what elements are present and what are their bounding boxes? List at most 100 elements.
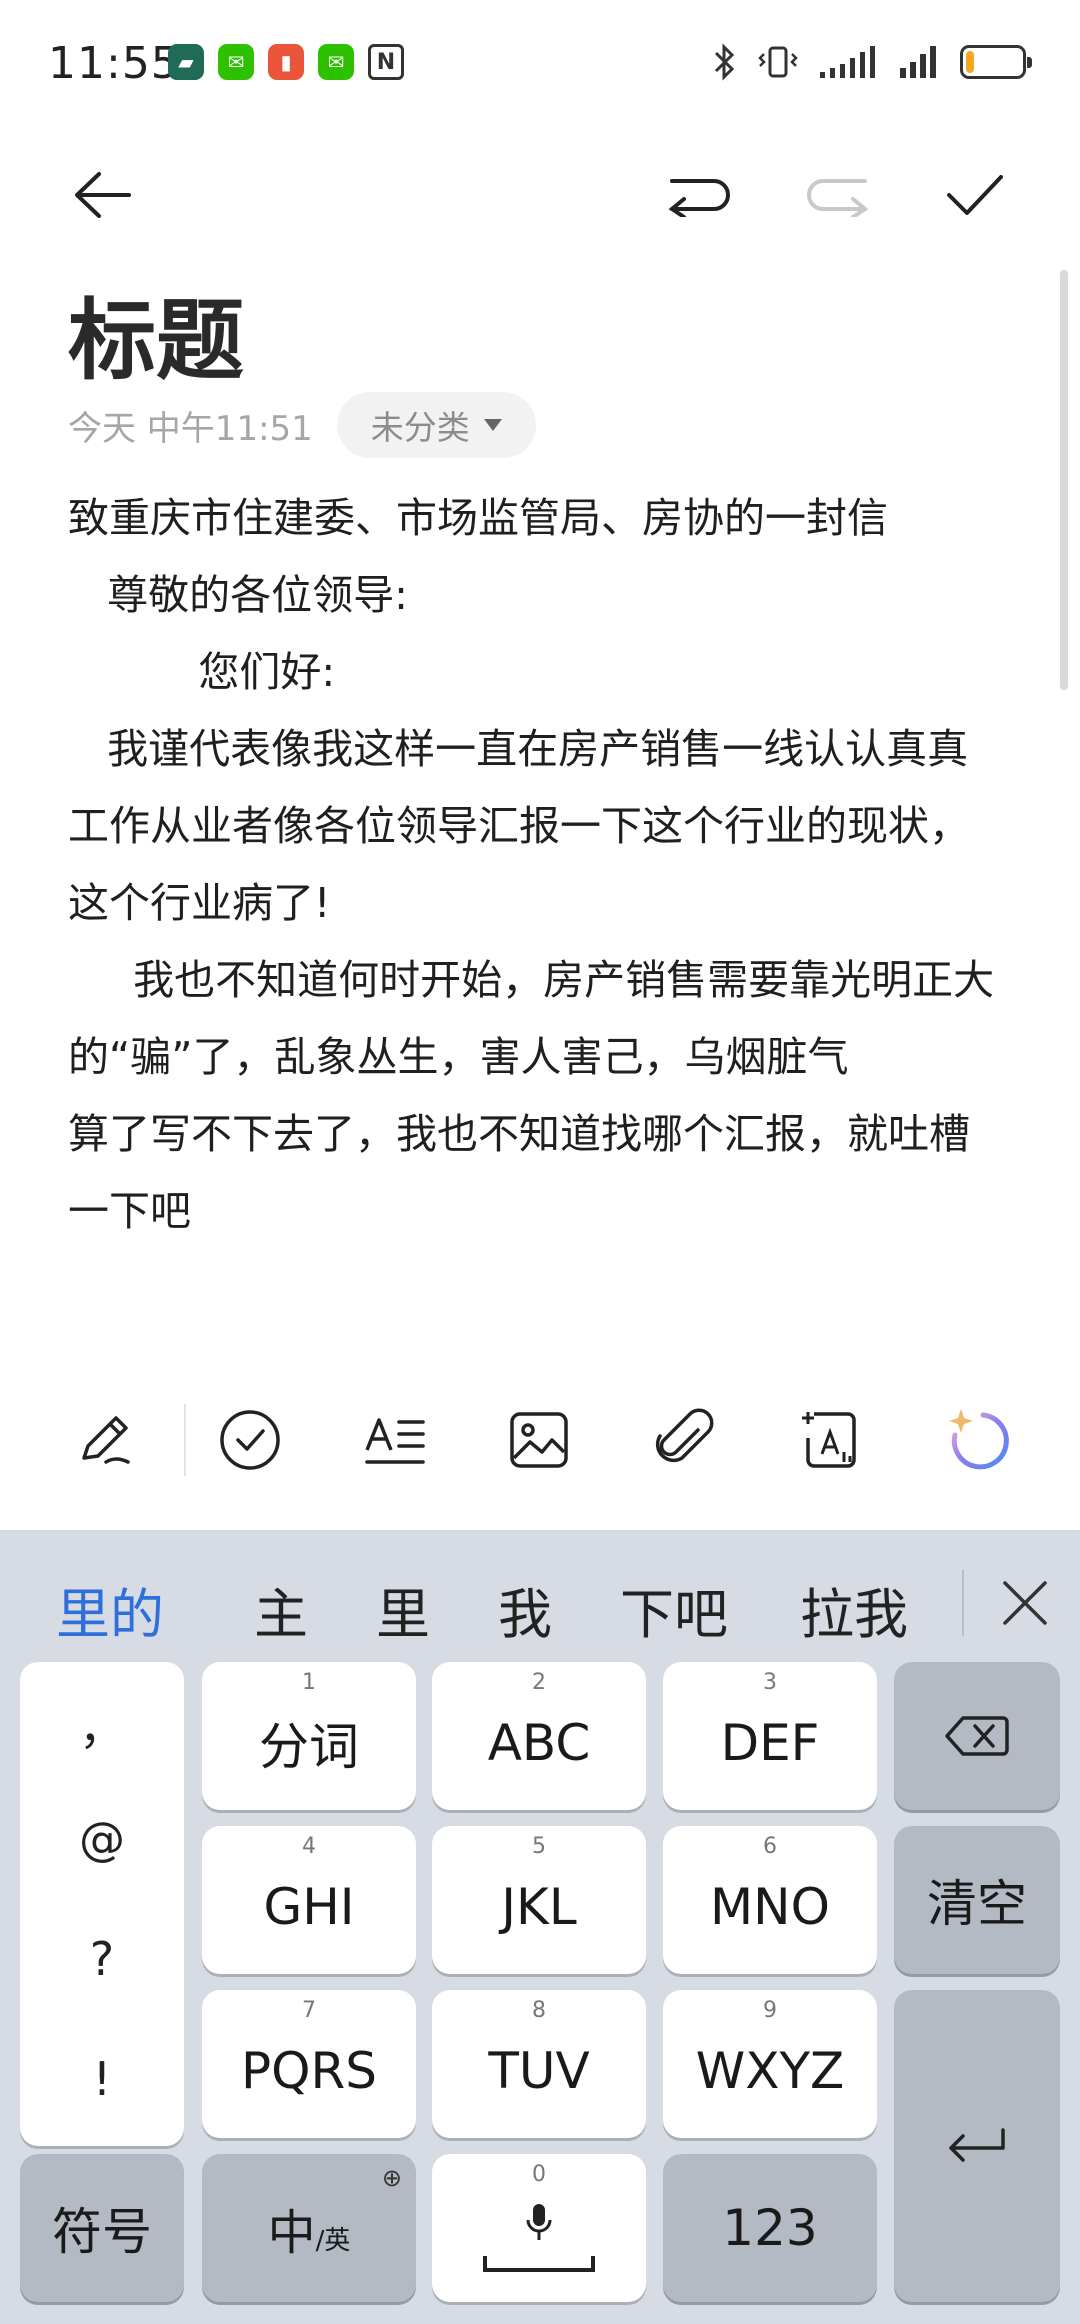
paragraph: 致重庆市住建委、市场监管局、房协的一封信 bbox=[68, 494, 888, 542]
candidate-bar: 里的 主 里 我 下吧 拉我 bbox=[0, 1530, 1080, 1670]
key-1[interactable]: 1 分词 bbox=[202, 1662, 416, 1810]
status-bar: 11:55 ▰ ✉ ▮ ✉ N bbox=[0, 0, 1080, 130]
close-candidates-button[interactable] bbox=[990, 1568, 1060, 1638]
symbol-key[interactable]: ， bbox=[20, 1692, 184, 1758]
image-icon bbox=[510, 1412, 568, 1468]
text-format-icon bbox=[365, 1418, 425, 1464]
key-label: 符号 bbox=[52, 2203, 152, 2261]
candidate-word[interactable]: 里 bbox=[376, 1570, 430, 1649]
key-label: DEF bbox=[720, 1714, 820, 1772]
key-label: 分词 bbox=[259, 1718, 359, 1776]
paragraph: 我也不知道何时开始，房产销售需要靠光明正大的“骗”了，乱象丛生，害人害己，乌烟脏… bbox=[68, 956, 995, 1081]
redo-icon bbox=[807, 179, 869, 217]
backspace-key[interactable] bbox=[894, 1662, 1060, 1810]
paperclip-icon bbox=[655, 1408, 714, 1463]
note-title[interactable]: 标题 bbox=[68, 270, 244, 397]
key-label: 123 bbox=[722, 2199, 818, 2257]
key-number: 6 bbox=[763, 1834, 777, 1859]
key-number: 4 bbox=[302, 1834, 316, 1859]
handwriting-button[interactable] bbox=[54, 1390, 154, 1490]
microphone-icon bbox=[526, 2204, 552, 2240]
language-switch-key[interactable]: ⊕ 中 /英 bbox=[202, 2154, 416, 2302]
category-dropdown[interactable]: 未分类 bbox=[336, 392, 536, 458]
note-date: 今天 中午11:51 bbox=[68, 408, 313, 449]
candidate-word[interactable]: 主 bbox=[254, 1570, 308, 1649]
ai-assistant-button[interactable] bbox=[928, 1390, 1028, 1490]
paragraph: 算了写不下去了，我也不知道找哪个汇报，就吐槽一下吧 bbox=[68, 1110, 970, 1235]
candidate-word[interactable]: 下吧 bbox=[620, 1570, 728, 1649]
app-badge-icon: ▮ bbox=[268, 44, 304, 80]
scan-text-button[interactable] bbox=[780, 1390, 880, 1490]
numeric-mode-key[interactable]: 123 bbox=[663, 2154, 877, 2302]
system-icons bbox=[712, 42, 1032, 82]
symbol-mode-key[interactable]: 符号 bbox=[20, 2154, 184, 2302]
backspace-icon bbox=[945, 1716, 1009, 1756]
symbol-key[interactable]: ? bbox=[20, 1932, 184, 1986]
key-9[interactable]: 9 WXYZ bbox=[663, 1990, 877, 2138]
language-label: 中 /英 bbox=[268, 2193, 351, 2263]
note-meta: 今天 中午11:51 未分类 bbox=[68, 392, 536, 458]
symbol-key[interactable]: ! bbox=[20, 2052, 184, 2106]
battery-icon bbox=[960, 45, 1032, 79]
symbol-column[interactable]: ， @ ? ! bbox=[20, 1662, 184, 2146]
clock: 11:55 bbox=[48, 38, 180, 89]
globe-icon: ⊕ bbox=[381, 2164, 402, 2192]
candidate-word[interactable]: 我 bbox=[498, 1570, 552, 1649]
undo-icon bbox=[668, 179, 730, 217]
scan-text-icon bbox=[802, 1412, 856, 1468]
candidate-word[interactable]: 拉我 bbox=[800, 1570, 908, 1649]
wechat-icon: ✉ bbox=[318, 44, 354, 80]
key-label: TUV bbox=[488, 2042, 590, 2100]
scrollbar[interactable] bbox=[1060, 270, 1068, 690]
bluetooth-icon bbox=[714, 43, 735, 81]
text-format-button[interactable] bbox=[345, 1390, 445, 1490]
checklist-button[interactable] bbox=[200, 1390, 300, 1490]
candidate-word[interactable]: 里的 bbox=[56, 1570, 164, 1649]
ime-keyboard: 里的 主 里 我 下吧 拉我 ， @ ? ! 1 分词 2 ABC 3 DEF … bbox=[0, 1530, 1080, 2324]
edit-toolbar bbox=[0, 1390, 1080, 1490]
key-number: 9 bbox=[763, 1998, 777, 2023]
note-body[interactable]: 致重庆市住建委、市场监管局、房协的一封信 尊敬的各位领导: 您们好: 我谨代表像… bbox=[68, 480, 1008, 1250]
attachment-button[interactable] bbox=[634, 1390, 734, 1490]
battery-level bbox=[966, 51, 975, 73]
space-key[interactable]: 0 bbox=[432, 2154, 646, 2302]
key-number: 8 bbox=[532, 1998, 546, 2023]
key-number: 0 bbox=[532, 2162, 546, 2187]
clear-key[interactable]: 清空 bbox=[894, 1826, 1060, 1974]
enter-key[interactable] bbox=[894, 1990, 1060, 2302]
toolbar-divider bbox=[184, 1404, 186, 1476]
back-arrow-icon bbox=[75, 172, 131, 218]
redo-button[interactable] bbox=[792, 150, 882, 240]
symbol-key[interactable]: @ bbox=[20, 1812, 184, 1866]
key-8[interactable]: 8 TUV bbox=[432, 1990, 646, 2138]
key-4[interactable]: 4 GHI bbox=[202, 1826, 416, 1974]
paragraph: 您们好: bbox=[68, 648, 336, 696]
lang-sub: /英 bbox=[315, 2226, 351, 2256]
confirm-button[interactable] bbox=[930, 150, 1020, 240]
paragraph: 尊敬的各位领导: bbox=[68, 571, 408, 619]
note-toolbar bbox=[0, 150, 1080, 240]
checkmark-icon bbox=[947, 175, 1003, 215]
vibrate-icon bbox=[758, 46, 798, 78]
key-number: 1 bbox=[302, 1670, 316, 1695]
back-button[interactable] bbox=[58, 150, 148, 240]
signal-2-icon bbox=[900, 46, 936, 78]
key-7[interactable]: 7 PQRS bbox=[202, 1990, 416, 2138]
key-3[interactable]: 3 DEF bbox=[663, 1662, 877, 1810]
key-5[interactable]: 5 JKL bbox=[432, 1826, 646, 1974]
undo-button[interactable] bbox=[655, 150, 745, 240]
paragraph: 我谨代表像我这样一直在房产销售一线认认真真工作从业者像各位领导汇报一下这个行业的… bbox=[68, 725, 970, 927]
insert-image-button[interactable] bbox=[489, 1390, 589, 1490]
key-6[interactable]: 6 MNO bbox=[663, 1826, 877, 1974]
key-label: ABC bbox=[487, 1714, 591, 1772]
key-number: 7 bbox=[302, 1998, 316, 2023]
enter-icon bbox=[949, 2128, 1005, 2162]
key-label: MNO bbox=[710, 1878, 830, 1936]
dropdown-arrow-icon bbox=[483, 419, 502, 431]
key-2[interactable]: 2 ABC bbox=[432, 1662, 646, 1810]
app-notification-icon: ▰ bbox=[168, 44, 204, 80]
lang-main: 中 bbox=[267, 2205, 316, 2261]
key-label: 清空 bbox=[927, 1875, 1027, 1933]
check-circle-icon bbox=[220, 1410, 280, 1470]
close-icon bbox=[1003, 1581, 1047, 1625]
